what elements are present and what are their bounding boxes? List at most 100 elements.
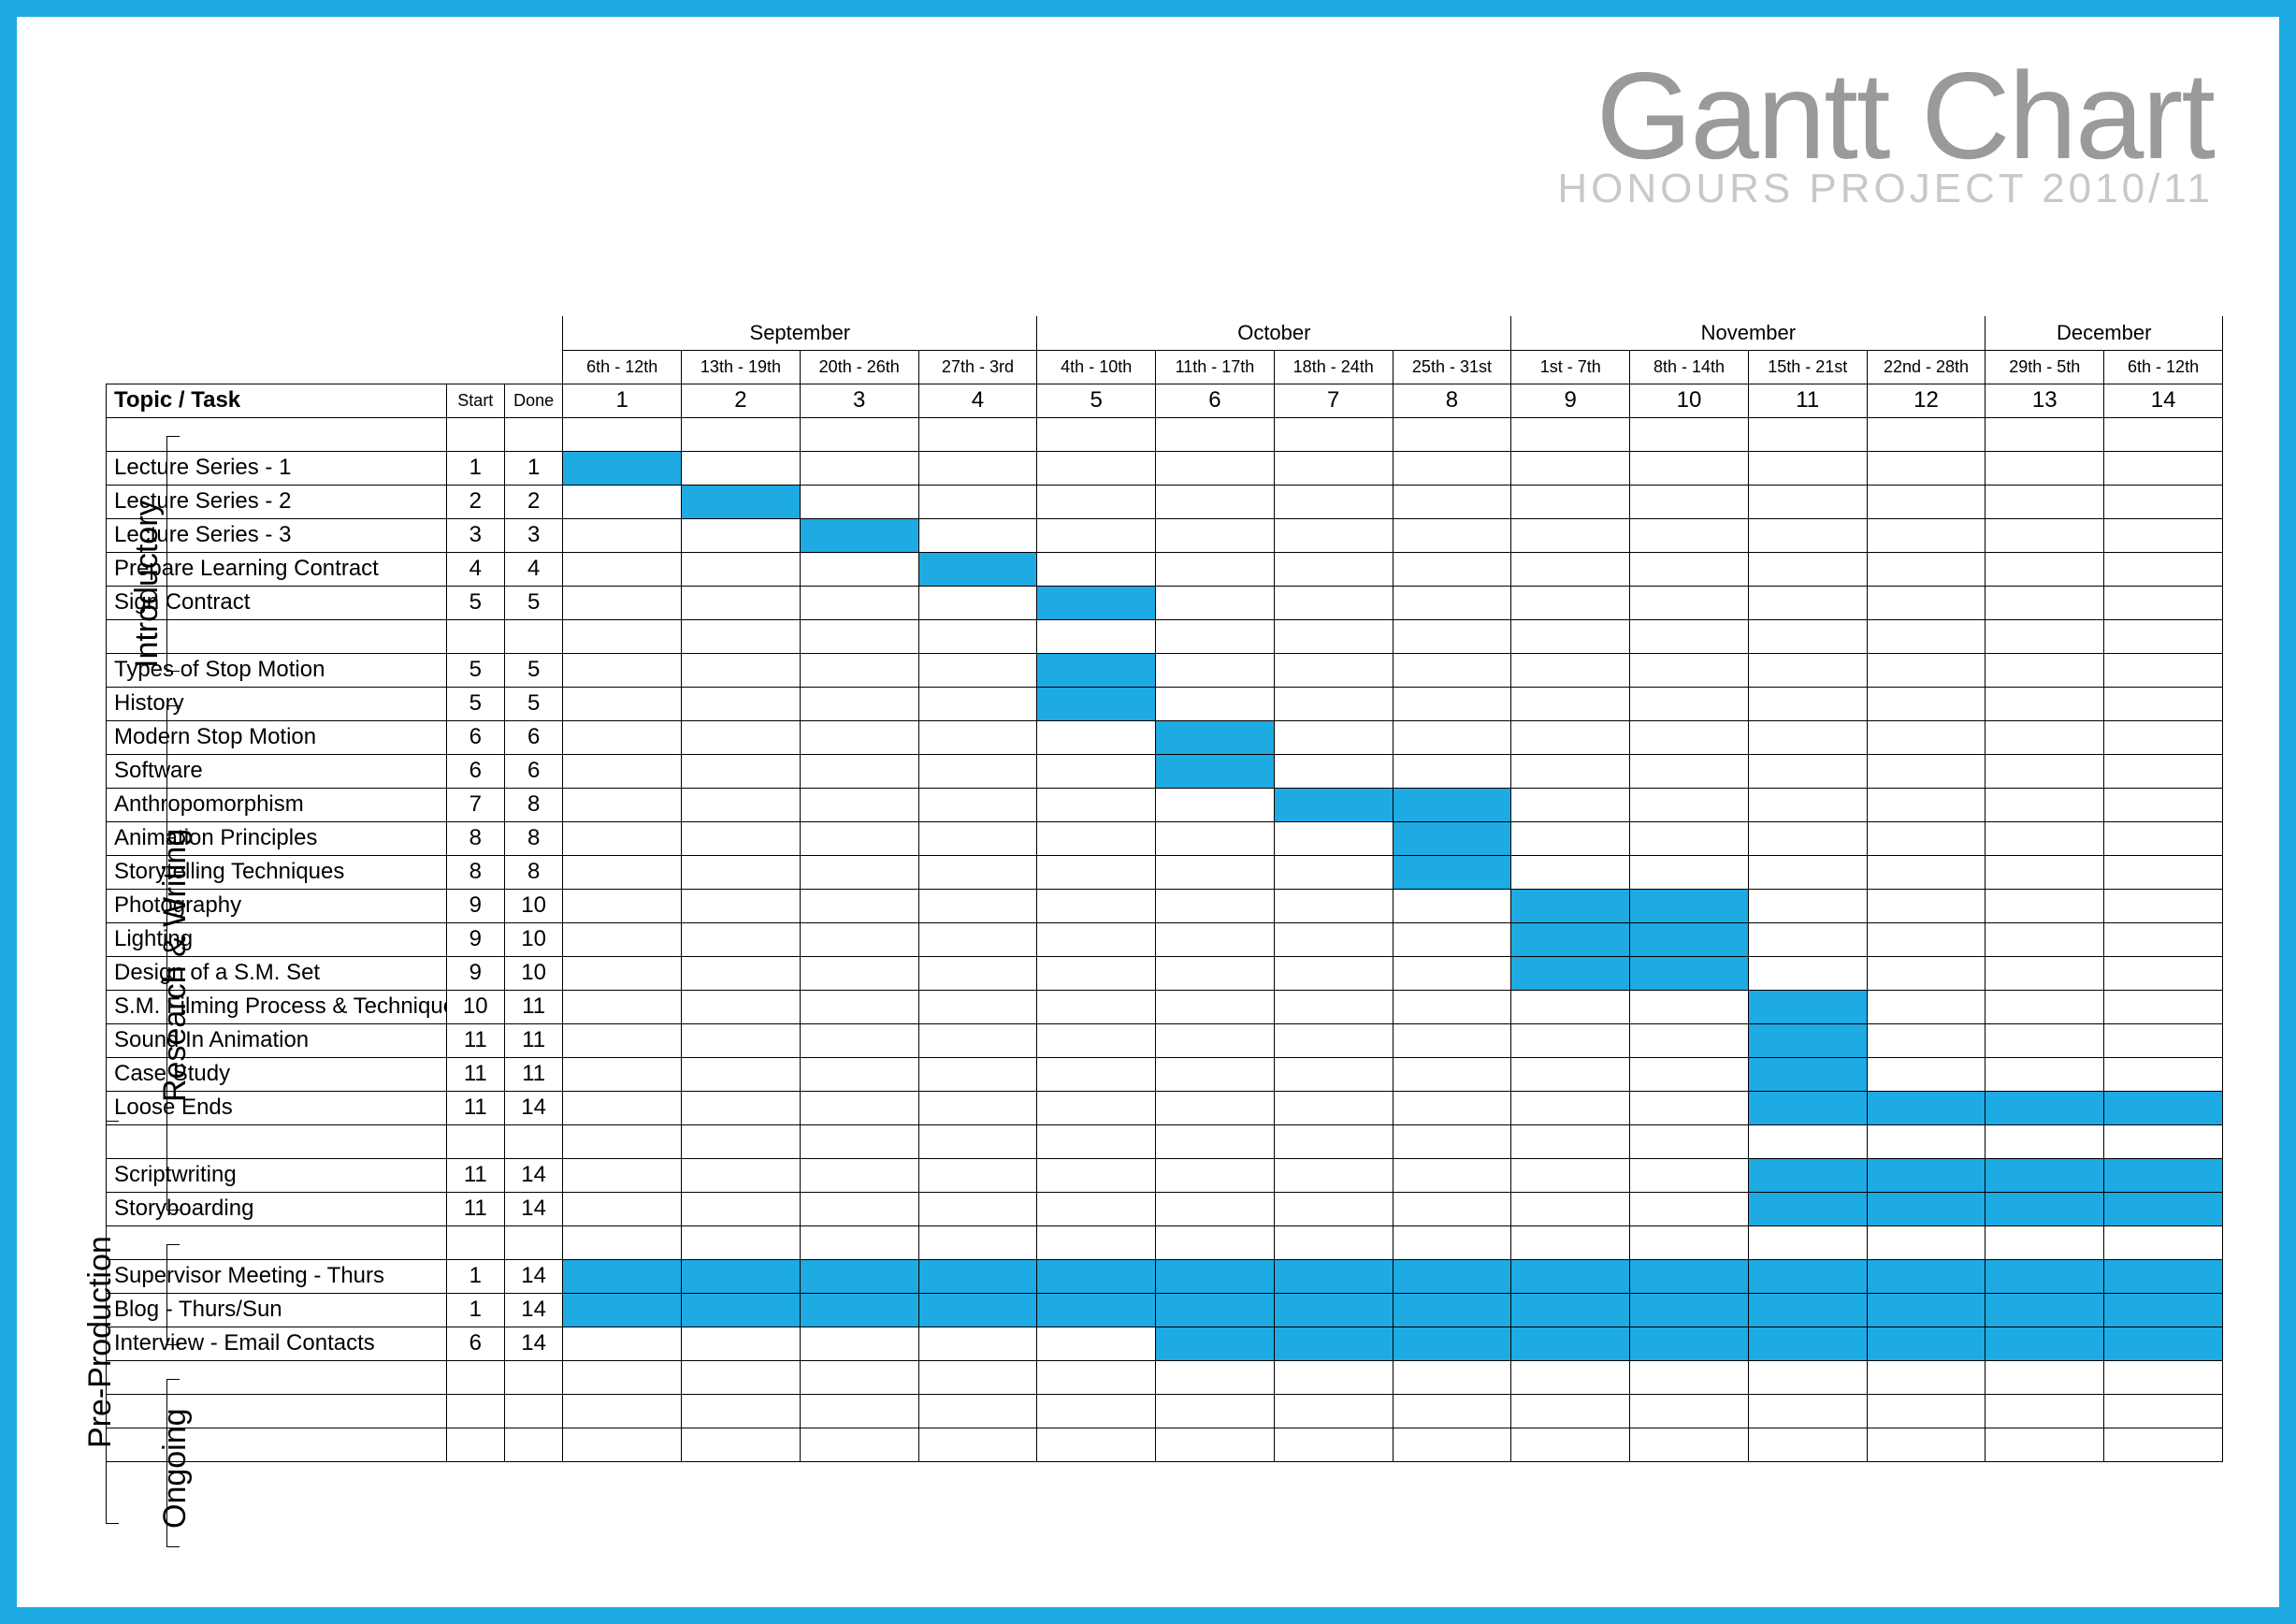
task-name: Software <box>107 754 447 788</box>
week-cell <box>682 1158 801 1192</box>
weeknum-11: 11 <box>1748 384 1867 417</box>
week-cell <box>918 451 1037 485</box>
task-row: Lecture Series - 333 <box>107 518 2223 552</box>
week-cell <box>1037 1293 1156 1327</box>
week-cell <box>1986 754 2104 788</box>
week-cell <box>1156 552 1275 586</box>
spacer-row <box>107 1360 2223 1394</box>
cell <box>918 1225 1037 1259</box>
week-cell <box>563 821 682 855</box>
week-cell <box>682 586 801 619</box>
cell <box>1393 1124 1511 1158</box>
week-cell <box>1867 485 1986 518</box>
week-cell <box>918 821 1037 855</box>
week-cell <box>1748 1158 1867 1192</box>
task-start: 7 <box>446 788 504 821</box>
week-cell <box>918 1158 1037 1192</box>
week-cell <box>1274 1057 1393 1091</box>
cell <box>563 1124 682 1158</box>
header-row-months: September October November December <box>107 316 2223 350</box>
cell <box>1393 1428 1511 1461</box>
week-cell <box>1867 1327 1986 1360</box>
week-cell <box>1630 518 1749 552</box>
week-cell <box>1156 821 1275 855</box>
week-cell <box>800 653 918 687</box>
week-cell <box>682 552 801 586</box>
week-cell <box>2104 990 2223 1023</box>
week-cell <box>800 720 918 754</box>
week-cell <box>800 1057 918 1091</box>
week-cell <box>1630 451 1749 485</box>
cell <box>504 619 562 653</box>
cell <box>1274 1428 1393 1461</box>
week-cell <box>1037 1327 1156 1360</box>
week-cell <box>918 855 1037 889</box>
header-start: Start <box>446 384 504 417</box>
month-october: October <box>1037 316 1511 350</box>
week-cell <box>2104 855 2223 889</box>
range-12: 22nd - 28th <box>1867 350 1986 384</box>
range-1: 6th - 12th <box>563 350 682 384</box>
week-cell <box>1393 518 1511 552</box>
week-cell <box>1274 586 1393 619</box>
weeknum-1: 1 <box>563 384 682 417</box>
page-title: Gantt Chart <box>1557 54 2214 178</box>
week-cell <box>800 1192 918 1225</box>
cell <box>1393 619 1511 653</box>
cell <box>2104 1394 2223 1428</box>
cell <box>800 1428 918 1461</box>
week-cell <box>1393 956 1511 990</box>
week-cell <box>918 788 1037 821</box>
week-cell <box>1630 552 1749 586</box>
week-cell <box>1156 720 1275 754</box>
week-cell <box>1393 451 1511 485</box>
week-cell <box>918 720 1037 754</box>
cell <box>1274 619 1393 653</box>
task-done: 6 <box>504 720 562 754</box>
week-cell <box>1393 1158 1511 1192</box>
task-name: Storyboarding <box>107 1192 447 1225</box>
task-name: Lighting <box>107 922 447 956</box>
task-start: 9 <box>446 889 504 922</box>
week-cell <box>800 1023 918 1057</box>
cell <box>446 1360 504 1394</box>
week-cell <box>918 889 1037 922</box>
cell <box>2104 1360 2223 1394</box>
week-cell <box>918 552 1037 586</box>
week-cell <box>1037 687 1156 720</box>
week-cell <box>682 1327 801 1360</box>
week-cell <box>1274 720 1393 754</box>
week-cell <box>1867 788 1986 821</box>
task-done: 5 <box>504 586 562 619</box>
week-cell <box>800 889 918 922</box>
week-cell <box>1511 1023 1630 1057</box>
week-cell <box>2104 1192 2223 1225</box>
week-cell <box>1511 687 1630 720</box>
week-cell <box>800 956 918 990</box>
week-cell <box>1274 518 1393 552</box>
cell <box>1986 1225 2104 1259</box>
week-cell <box>918 956 1037 990</box>
month-november: November <box>1511 316 1986 350</box>
week-cell <box>1156 518 1275 552</box>
week-cell <box>1274 1158 1393 1192</box>
week-cell <box>682 720 801 754</box>
week-cell <box>800 1091 918 1124</box>
week-cell <box>2104 653 2223 687</box>
cell <box>1748 1360 1867 1394</box>
week-cell <box>563 855 682 889</box>
weeknum-2: 2 <box>682 384 801 417</box>
week-cell <box>1867 720 1986 754</box>
week-cell <box>1867 687 1986 720</box>
task-name: Supervisor Meeting - Thurs <box>107 1259 447 1293</box>
cell <box>1511 619 1630 653</box>
week-cell <box>1393 1259 1511 1293</box>
week-cell <box>1511 956 1630 990</box>
task-start: 6 <box>446 754 504 788</box>
task-row: History55 <box>107 687 2223 720</box>
week-cell <box>1274 1327 1393 1360</box>
week-cell <box>1393 855 1511 889</box>
range-4: 27th - 3rd <box>918 350 1037 384</box>
week-cell <box>1037 1192 1156 1225</box>
week-cell <box>1867 1023 1986 1057</box>
